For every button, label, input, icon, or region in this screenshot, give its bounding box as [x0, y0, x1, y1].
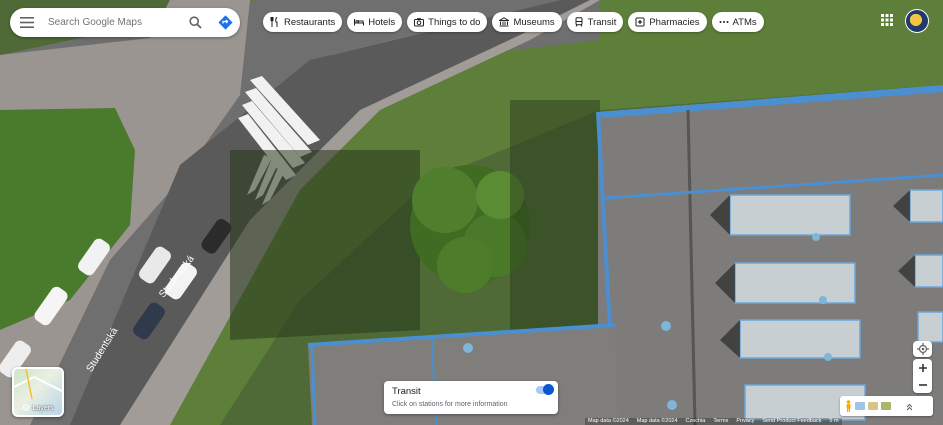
attribution-item[interactable]: Privacy — [736, 418, 754, 425]
chip-hotels[interactable]: Hotels — [347, 12, 403, 32]
transit-subtitle: Click on stations for more information — [392, 401, 508, 408]
apps-grid-icon[interactable] — [879, 12, 895, 28]
museum-icon — [499, 17, 510, 27]
minus-icon — [918, 383, 927, 386]
building-shadow — [510, 100, 600, 330]
pegman-icon[interactable] — [845, 400, 852, 412]
layers-thumbnail — [14, 369, 62, 400]
transit-title: Transit — [392, 386, 421, 397]
fork-knife-icon — [270, 17, 278, 27]
chip-restaurants[interactable]: Restaurants — [263, 12, 343, 32]
attribution-item: Map data ©2024 — [636, 418, 678, 424]
attribution-item[interactable]: Send Product Feedback — [762, 418, 821, 425]
zoom-controls — [913, 359, 932, 393]
attribution-item[interactable]: Czechia — [686, 418, 706, 425]
attribution-item: Map data ©2024 — [588, 418, 629, 424]
scale-label: 5 m — [829, 418, 839, 424]
layers-icon — [22, 404, 31, 412]
train-icon — [575, 17, 583, 27]
attribution-bar: Map data ©2024 Map data ©2024 Czechia Te… — [585, 418, 842, 425]
zoom-in-button[interactable] — [913, 359, 932, 376]
map-type-thumbnail[interactable] — [868, 402, 878, 410]
bottom-controls — [840, 396, 933, 416]
camera-icon — [414, 18, 425, 27]
layers-button[interactable]: Layers — [12, 367, 64, 417]
satellite-map[interactable]: Studentská Studentská — [0, 0, 943, 425]
search-box[interactable] — [10, 8, 240, 37]
bed-icon — [354, 19, 365, 26]
category-chips: Restaurants Hotels Things to do Museums … — [263, 12, 764, 32]
chip-transit[interactable]: Transit — [566, 12, 624, 32]
chip-label: ATMs — [732, 16, 757, 28]
transit-panel: Transit Click on stations for more infor… — [384, 381, 558, 414]
menu-icon[interactable] — [10, 8, 44, 37]
map-type-thumbnail[interactable] — [881, 402, 891, 410]
zoom-out-button[interactable] — [913, 376, 932, 393]
crosshair-icon — [916, 343, 929, 355]
chip-things-to-do[interactable]: Things to do — [407, 12, 488, 32]
pharmacy-icon — [635, 17, 645, 27]
avatar[interactable] — [905, 9, 929, 33]
my-location-button[interactable] — [913, 341, 932, 357]
expand-icon[interactable] — [894, 400, 912, 412]
chip-label: Restaurants — [284, 16, 336, 28]
map-type-thumbnail[interactable] — [855, 402, 865, 410]
attribution-item[interactable]: Terms — [713, 418, 728, 425]
transit-toggle[interactable] — [536, 384, 554, 395]
chip-museums[interactable]: Museums — [492, 12, 562, 32]
search-input[interactable] — [44, 17, 180, 28]
plus-icon — [918, 363, 927, 372]
map-viewport[interactable]: Studentská Studentská Restaurants Hotels… — [0, 0, 943, 425]
chip-label: Hotels — [368, 16, 396, 28]
layers-label: Layers — [32, 404, 54, 412]
tree-shadow — [230, 150, 420, 340]
chip-label: Pharmacies — [649, 16, 700, 28]
chip-atms[interactable]: ATMs — [711, 12, 764, 32]
chip-label: Transit — [587, 16, 617, 28]
chip-label: Museums — [513, 16, 555, 28]
chip-pharmacies[interactable]: Pharmacies — [628, 12, 707, 32]
chip-label: Things to do — [428, 16, 481, 28]
search-icon[interactable] — [180, 8, 210, 37]
directions-icon[interactable] — [210, 8, 240, 37]
atm-icon — [719, 21, 729, 23]
